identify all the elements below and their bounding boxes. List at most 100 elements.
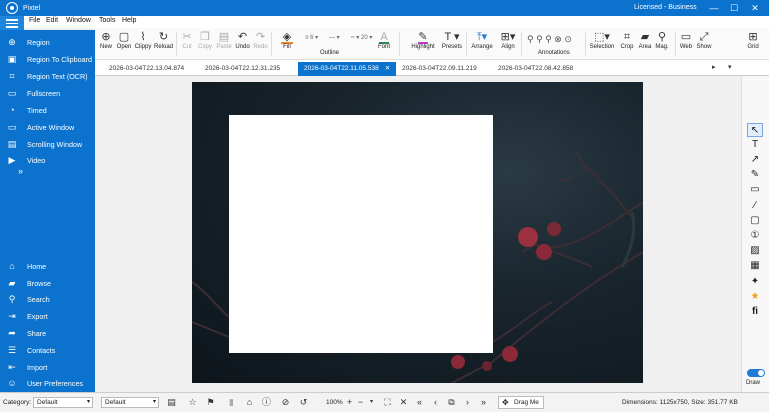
sidebar-item-import[interactable]: ⇤ Import bbox=[0, 360, 95, 374]
brush-tool-icon[interactable]: ∕ bbox=[747, 199, 763, 213]
fill-button[interactable]: ◈ Fill bbox=[276, 30, 298, 50]
sidebar-item-contacts[interactable]: ☰ Contacts bbox=[0, 343, 95, 357]
open-button[interactable]: ▢ Open bbox=[116, 30, 132, 50]
info-icon[interactable]: ⓘ bbox=[261, 397, 272, 408]
tab-scroll-right-icon[interactable]: ▸ bbox=[712, 63, 716, 71]
tab-list-dropdown-icon[interactable]: ▾ bbox=[728, 63, 732, 71]
star-tool-icon[interactable]: ★ bbox=[747, 290, 763, 304]
draw-toggle[interactable] bbox=[747, 369, 765, 377]
sidebar-item-video[interactable]: ▶ Video bbox=[0, 153, 95, 167]
tab-image-1[interactable]: 2026-03-04T22.13.04.874 bbox=[103, 62, 190, 76]
menu-window[interactable]: Window bbox=[66, 17, 91, 24]
sidebar-more-button[interactable]: » bbox=[18, 166, 23, 176]
font-button[interactable]: A Font bbox=[377, 30, 391, 50]
clippy-button[interactable]: ⌇ Clippy bbox=[134, 30, 152, 50]
second-category-select[interactable]: Default ▾ bbox=[101, 397, 159, 408]
arrow-tool-icon[interactable]: ↗ bbox=[747, 153, 763, 167]
menu-edit[interactable]: Edit bbox=[46, 17, 58, 24]
align-button[interactable]: ⊞▾ Align bbox=[499, 30, 517, 50]
magnifier-button[interactable]: ⚲ Mag. bbox=[655, 30, 669, 50]
menu-help[interactable]: Help bbox=[122, 17, 136, 24]
sidebar-item-region-text-ocr[interactable]: ⌗ Region Text (OCR) bbox=[0, 69, 95, 83]
import-icon: ⇤ bbox=[8, 362, 16, 372]
close-window-button[interactable]: ✕ bbox=[748, 2, 762, 14]
sidebar-item-share[interactable]: ➦ Share bbox=[0, 326, 95, 340]
link-icon[interactable]: ⊘ bbox=[280, 397, 291, 408]
open-external-icon[interactable]: ⧉ bbox=[446, 397, 457, 408]
pencil-tool-icon[interactable]: ✎ bbox=[747, 168, 763, 182]
close-tab-icon[interactable]: ✕ bbox=[385, 65, 390, 72]
grid-button[interactable]: ⊞ Grid bbox=[746, 30, 760, 50]
minimize-button[interactable]: — bbox=[707, 2, 721, 14]
menu-file[interactable]: File bbox=[29, 17, 40, 24]
zoom-out-icon[interactable]: − bbox=[355, 397, 366, 408]
redo-button[interactable]: ↷ Redo bbox=[253, 30, 268, 50]
rectangle-tool-icon[interactable]: ▭ bbox=[747, 183, 763, 197]
history-icon[interactable]: ↺ bbox=[298, 397, 309, 408]
tag-icon[interactable]: ⌂ bbox=[244, 397, 255, 408]
drag-me-button[interactable]: ✥ Drag Me bbox=[498, 396, 544, 409]
undo-button[interactable]: ↶ Undo bbox=[235, 30, 250, 50]
flag-icon[interactable]: ⚑ bbox=[205, 397, 216, 408]
show-button[interactable]: ⤢ Show bbox=[696, 30, 712, 50]
sidebar-item-timed[interactable]: ◔ Timed bbox=[0, 103, 95, 117]
actual-size-icon[interactable]: ✕ bbox=[398, 397, 409, 408]
blur-tool-icon[interactable]: ▦ bbox=[747, 259, 763, 273]
outline-width-select[interactable]: ≡ 6 ▾ bbox=[305, 34, 318, 41]
sidebar-item-user-preferences[interactable]: ☺ User Preferences bbox=[0, 376, 95, 390]
star-icon[interactable]: ☆ bbox=[187, 397, 198, 408]
first-image-icon[interactable]: « bbox=[414, 397, 425, 408]
magic-tool-icon[interactable]: ✦ bbox=[747, 275, 763, 289]
sidebar-item-region-to-clipboard[interactable]: ▣ Region To Clipboard bbox=[0, 52, 95, 66]
sidebar-item-export[interactable]: ⇥ Export bbox=[0, 309, 95, 323]
pointer-tool-icon[interactable]: ↖ bbox=[747, 123, 763, 137]
web-button[interactable]: ▭ Web bbox=[679, 30, 693, 50]
zoom-in-icon[interactable]: + bbox=[344, 397, 355, 408]
area-button[interactable]: ▰ Area bbox=[638, 30, 652, 50]
new-button[interactable]: ⊕ New bbox=[99, 30, 113, 50]
sidebar-item-home[interactable]: ⌂ Home bbox=[0, 259, 95, 273]
last-image-icon[interactable]: » bbox=[478, 397, 489, 408]
outline-style-select[interactable]: — ▾ bbox=[329, 34, 340, 41]
menu-tools[interactable]: Tools bbox=[99, 17, 115, 24]
next-image-icon[interactable]: › bbox=[462, 397, 473, 408]
sidebar-item-browse[interactable]: ▰ Browse bbox=[0, 276, 95, 290]
font-size-select[interactable]: 20 ▾ bbox=[361, 34, 372, 41]
maximize-button[interactable]: ☐ bbox=[727, 2, 741, 14]
paste-button[interactable]: ▤ Paste bbox=[216, 30, 232, 50]
sidebar-item-region[interactable]: ⊕ Region bbox=[0, 35, 95, 49]
sidebar-item-active-window[interactable]: ▭ Active Window bbox=[0, 120, 95, 134]
sidebar-item-search[interactable]: ⚲ Search bbox=[0, 292, 95, 306]
tab-image-3[interactable]: 2026-03-04T22.11.05.538 ✕ bbox=[298, 62, 397, 76]
arrange-button[interactable]: ⤒▾ Arrange bbox=[471, 30, 493, 50]
copy-button[interactable]: ❐ Copy bbox=[198, 30, 212, 50]
selection-button[interactable]: ⬚▾ Selection bbox=[589, 30, 615, 50]
bookmark-icon[interactable]: ▮ bbox=[226, 397, 237, 408]
previous-image-icon[interactable]: ‹ bbox=[430, 397, 441, 408]
crop-button[interactable]: ⌗ Crop bbox=[620, 30, 634, 50]
scroll-window-icon: ▤ bbox=[7, 139, 17, 149]
tab-image-2[interactable]: 2026-03-04T22.12.31.235 bbox=[199, 62, 286, 76]
category-select[interactable]: Default ▾ bbox=[33, 397, 93, 408]
tab-image-5[interactable]: 2026-03-04T22.08.42.858 bbox=[492, 62, 579, 76]
annotation-tools-icon[interactable]: ⚲ ⚲ ⚲ ⊗ ⊙ bbox=[527, 34, 572, 45]
sidebar-item-fullscreen[interactable]: ▭ Fullscreen bbox=[0, 86, 95, 100]
editor-canvas[interactable] bbox=[95, 76, 741, 392]
text-tool-icon[interactable]: T bbox=[747, 138, 763, 152]
reload-button[interactable]: ↻ Reload bbox=[154, 30, 173, 50]
image-stamp-tool-icon[interactable]: ▨ bbox=[747, 244, 763, 258]
outline-dash-select[interactable]: ┅ ▾ bbox=[351, 34, 359, 41]
cut-button[interactable]: ✂ Cut bbox=[181, 30, 193, 50]
presets-button[interactable]: T ▾ Presets bbox=[441, 30, 463, 50]
notes-icon[interactable]: ▤ bbox=[166, 397, 177, 408]
tab-image-4[interactable]: 2026-03-04T22.09.11.219 bbox=[396, 62, 483, 76]
fi-ligature-tool-icon[interactable]: fi bbox=[747, 305, 763, 319]
fit-screen-icon[interactable]: ⛶ bbox=[382, 397, 393, 408]
zoom-dropdown-icon[interactable]: ▾ bbox=[366, 397, 377, 408]
highlight-button[interactable]: ✎ Highlight bbox=[409, 30, 437, 50]
note-tool-icon[interactable]: ▢ bbox=[747, 214, 763, 228]
white-rectangle-annotation[interactable] bbox=[229, 115, 493, 353]
hamburger-menu-icon[interactable] bbox=[0, 16, 24, 30]
sidebar-item-scrolling-window[interactable]: ▤ Scrolling Window bbox=[0, 137, 95, 151]
step-number-tool-icon[interactable]: ① bbox=[747, 229, 763, 243]
